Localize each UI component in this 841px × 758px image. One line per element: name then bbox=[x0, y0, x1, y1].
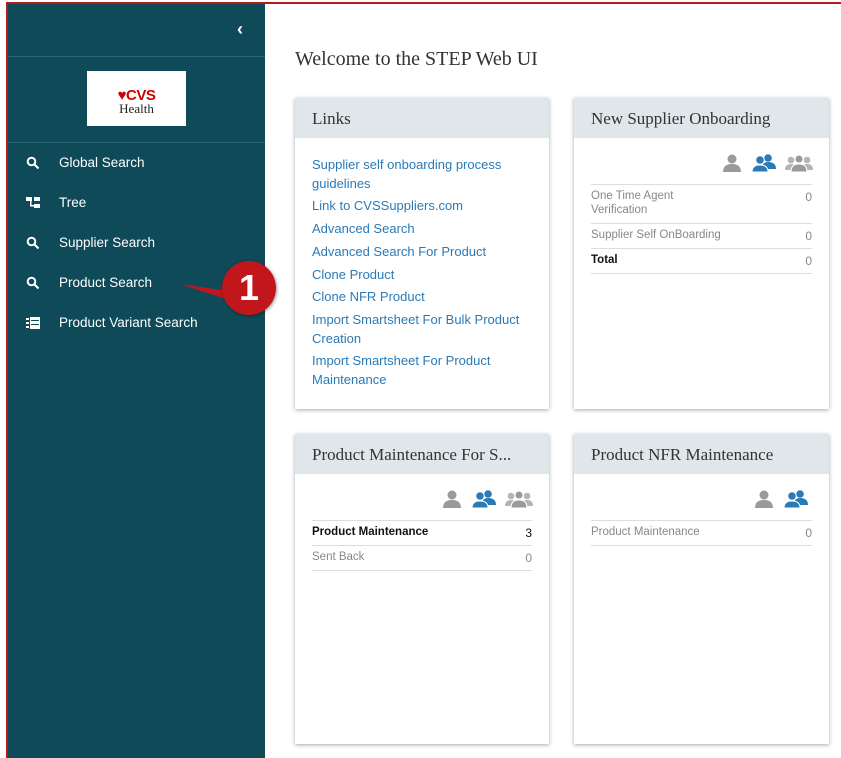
page-title: Welcome to the STEP Web UI bbox=[295, 48, 538, 70]
team-icon[interactable] bbox=[784, 153, 814, 173]
search-icon bbox=[26, 156, 40, 170]
link-import-smartsheet-maintenance[interactable]: Import Smartsheet For Product Maintenanc… bbox=[312, 351, 526, 389]
stat-label: Product Maintenance bbox=[591, 526, 700, 538]
supplier-onboarding-card: New Supplier Onboarding One Time Agent V… bbox=[574, 98, 829, 409]
chevron-left-icon: ‹ bbox=[237, 19, 243, 39]
stat-value: 0 bbox=[805, 526, 812, 540]
card-title: Links bbox=[312, 109, 351, 128]
card-title: New Supplier Onboarding bbox=[591, 109, 771, 128]
group-icon[interactable] bbox=[783, 489, 809, 509]
sidebar-item-label: Product Variant Search bbox=[59, 315, 198, 330]
stat-value: 0 bbox=[805, 190, 812, 204]
list-item[interactable]: One Time Agent Verification 0 bbox=[591, 184, 812, 223]
link-import-smartsheet-bulk[interactable]: Import Smartsheet For Bulk Product Creat… bbox=[312, 310, 540, 348]
link-advanced-search-product[interactable]: Advanced Search For Product bbox=[312, 242, 486, 261]
team-icon[interactable] bbox=[504, 489, 534, 509]
link-clone-nfr-product[interactable]: Clone NFR Product bbox=[312, 287, 425, 306]
card-title: Product NFR Maintenance bbox=[591, 445, 774, 464]
link-cvssuppliers[interactable]: Link to CVSSuppliers.com bbox=[312, 196, 463, 215]
stat-label: One Time Agent Verification bbox=[591, 190, 674, 216]
group-icon[interactable] bbox=[471, 489, 497, 509]
link-clone-product[interactable]: Clone Product bbox=[312, 265, 394, 284]
list-item[interactable]: Sent Back 0 bbox=[312, 545, 532, 571]
card-title: Product Maintenance For S... bbox=[312, 445, 512, 464]
stat-value: 3 bbox=[525, 526, 532, 540]
link-advanced-search[interactable]: Advanced Search bbox=[312, 219, 415, 238]
sidebar-item-label: Product Search bbox=[59, 275, 153, 290]
list-item[interactable]: Product Maintenance 3 bbox=[312, 520, 532, 545]
link-supplier-onboarding-guidelines[interactable]: Supplier self onboarding process guideli… bbox=[312, 155, 532, 193]
sidebar-item-tree[interactable]: Tree bbox=[8, 186, 265, 222]
links-card: Links Supplier self onboarding process g… bbox=[295, 98, 549, 409]
divider bbox=[8, 142, 265, 143]
nfr-maintenance-card: Product NFR Maintenance Product Maintena… bbox=[574, 434, 829, 744]
sidebar-header: ‹ bbox=[8, 4, 265, 57]
stat-label: Total bbox=[591, 254, 618, 266]
cvs-health-logo: ♥CVS Health bbox=[87, 71, 186, 126]
search-icon bbox=[26, 236, 40, 250]
callout-badge: 1 bbox=[222, 261, 276, 315]
user-filter-icons bbox=[442, 489, 534, 511]
sidebar: ‹ ♥CVS Health Global Search Tree Supplie… bbox=[8, 4, 265, 758]
stat-label: Product Maintenance bbox=[312, 526, 429, 538]
user-filter-icons bbox=[754, 489, 814, 511]
logo-sub: Health bbox=[119, 101, 154, 116]
card-header: Product NFR Maintenance bbox=[574, 434, 829, 474]
list-icon bbox=[26, 317, 40, 329]
sidebar-item-label: Tree bbox=[59, 195, 87, 210]
user-icon[interactable] bbox=[722, 153, 742, 173]
stat-value: 0 bbox=[805, 229, 812, 243]
collapse-sidebar-button[interactable]: ‹ bbox=[232, 20, 248, 38]
search-icon bbox=[26, 276, 40, 290]
card-header: New Supplier Onboarding bbox=[574, 98, 829, 138]
tree-icon bbox=[26, 197, 40, 208]
sidebar-item-label: Supplier Search bbox=[59, 235, 156, 250]
list-item[interactable]: Product Maintenance 0 bbox=[591, 520, 812, 546]
sidebar-item-supplier-search[interactable]: Supplier Search bbox=[8, 226, 265, 262]
stat-value: 0 bbox=[525, 551, 532, 565]
stat-value: 0 bbox=[805, 254, 812, 268]
stat-label: Supplier Self OnBoarding bbox=[591, 229, 721, 241]
user-icon[interactable] bbox=[754, 489, 774, 509]
product-maintenance-card: Product Maintenance For S... Product Mai… bbox=[295, 434, 549, 744]
card-header: Links bbox=[295, 98, 549, 138]
sidebar-item-product-variant-search[interactable]: Product Variant Search bbox=[8, 306, 265, 342]
stat-label: Sent Back bbox=[312, 551, 365, 563]
user-filter-icons bbox=[722, 153, 814, 175]
card-header: Product Maintenance For S... bbox=[295, 434, 549, 474]
callout-number: 1 bbox=[238, 267, 260, 308]
sidebar-item-label: Global Search bbox=[59, 155, 145, 170]
list-item[interactable]: Supplier Self OnBoarding 0 bbox=[591, 223, 812, 248]
group-icon[interactable] bbox=[751, 153, 777, 173]
sidebar-item-global-search[interactable]: Global Search bbox=[8, 146, 265, 182]
list-item[interactable]: Total 0 bbox=[591, 248, 812, 274]
user-icon[interactable] bbox=[442, 489, 462, 509]
